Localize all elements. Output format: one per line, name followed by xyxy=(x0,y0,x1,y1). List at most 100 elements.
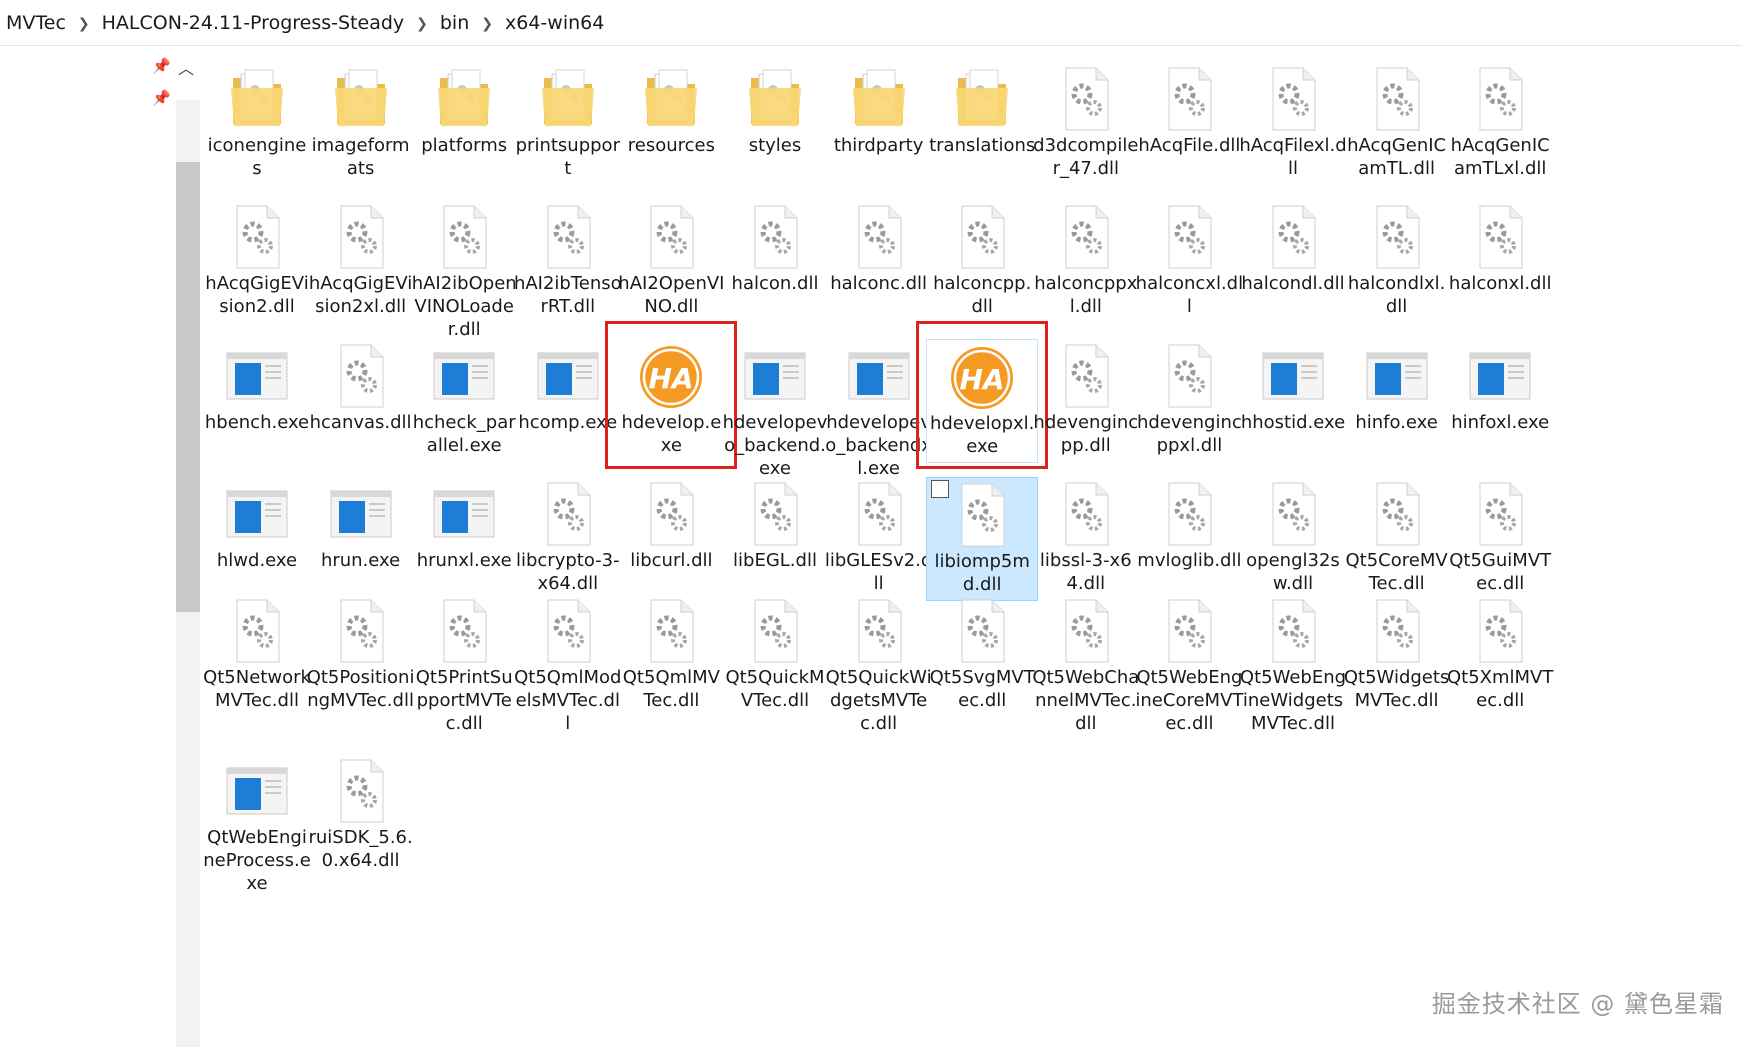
file-item[interactable]: ruiSDK_5.6.0.x64.dll xyxy=(305,754,417,876)
chevron-right-icon[interactable]: ❯ xyxy=(416,16,428,32)
file-item[interactable]: hdevelopevo_backend.exe xyxy=(719,339,831,484)
file-item[interactable]: Qt5XmlMVTec.dll xyxy=(1444,594,1556,716)
file-item[interactable]: Qt5CoreMVTec.dll xyxy=(1341,477,1453,599)
file-name-label: hAI2ibOpenVINOLoader.dll xyxy=(411,273,517,340)
dll-file-icon xyxy=(847,204,911,270)
file-item[interactable]: libssl-3-x64.dll xyxy=(1030,477,1142,599)
file-name-label: halconcpp.dll xyxy=(933,273,1032,317)
file-item[interactable]: libiomp5md.dll xyxy=(926,477,1039,601)
file-name-label: Qt5QuickWidgetsMVTec.dll xyxy=(825,667,932,734)
file-item[interactable]: Qt5QuickWidgetsMVTec.dll xyxy=(823,594,935,739)
breadcrumb-item[interactable]: x64-win64 xyxy=(503,12,606,34)
file-item[interactable]: hcheck_parallel.exe xyxy=(408,339,520,461)
file-item[interactable]: HA hdevelopxl.exe xyxy=(926,339,1039,463)
folder-item[interactable]: styles xyxy=(719,62,831,161)
folder-item[interactable]: thirdparty xyxy=(823,62,935,161)
file-name-label: libEGL.dll xyxy=(733,550,817,571)
file-item[interactable]: Qt5SvgMVTec.dll xyxy=(926,594,1038,716)
file-item[interactable]: hhostid.exe xyxy=(1237,339,1349,438)
dll-file-icon xyxy=(1157,481,1221,547)
folder-item[interactable]: platforms xyxy=(408,62,520,161)
breadcrumb-item[interactable]: bin xyxy=(438,12,471,34)
file-item[interactable]: hinfo.exe xyxy=(1341,339,1453,438)
file-name-label: Qt5WebEngineCoreMVTec.dll xyxy=(1135,667,1244,734)
dll-file-icon xyxy=(1365,66,1429,132)
file-name-label: hdevengincppxl.dll xyxy=(1137,412,1242,456)
file-item[interactable]: halcon.dll xyxy=(719,200,831,299)
file-item[interactable]: hcanvas.dll xyxy=(305,339,417,438)
file-item[interactable]: hinfoxl.exe xyxy=(1444,339,1556,438)
file-item[interactable]: libGLESv2.dll xyxy=(823,477,935,599)
breadcrumb-item[interactable]: MVTec xyxy=(4,12,68,34)
file-item[interactable]: halconcxl.dll xyxy=(1133,200,1245,322)
file-item[interactable]: halconxl.dll xyxy=(1444,200,1556,299)
folder-item[interactable]: resources xyxy=(615,62,727,161)
file-item[interactable]: hAI2ibOpenVINOLoader.dll xyxy=(408,200,520,345)
file-item[interactable]: halconcpp.dll xyxy=(926,200,1038,322)
navigation-pane: 📌 📌 xyxy=(0,47,178,1047)
navigation-scrollbar-thumb[interactable] xyxy=(176,162,200,612)
file-item[interactable]: hAcqFile.dll xyxy=(1133,62,1245,161)
file-item[interactable]: hAcqGigEVision2.dll xyxy=(201,200,313,322)
folder-item[interactable]: translations xyxy=(926,62,1038,161)
file-item[interactable]: Qt5WebChannelMVTec.dll xyxy=(1030,594,1142,739)
file-item[interactable]: QtWebEngineProcess.exe xyxy=(201,754,313,899)
file-name-label: printsupport xyxy=(515,135,620,179)
pin-icon[interactable]: 📌 xyxy=(152,57,171,75)
file-item[interactable]: Qt5WebEngineWidgetsMVTec.dll xyxy=(1237,594,1349,739)
dll-file-icon xyxy=(1468,598,1532,664)
file-item[interactable]: Qt5WidgetsMVTec.dll xyxy=(1341,594,1453,716)
file-item[interactable]: hrunxl.exe xyxy=(408,477,520,576)
file-item[interactable]: hrun.exe xyxy=(305,477,417,576)
file-item[interactable]: hbench.exe xyxy=(201,339,313,438)
file-item[interactable]: Qt5NetworkMVTec.dll xyxy=(201,594,313,716)
file-item[interactable]: hAcqGenICamTL.dll xyxy=(1341,62,1453,184)
file-item[interactable]: hcomp.exe xyxy=(512,339,624,438)
file-item[interactable]: Qt5GuiMVTec.dll xyxy=(1444,477,1556,599)
file-name-label: hbench.exe xyxy=(204,412,310,433)
file-item[interactable]: halcondl.dll xyxy=(1237,200,1349,299)
file-item[interactable]: hAcqGenICamTLxl.dll xyxy=(1444,62,1556,184)
file-item[interactable]: Qt5PrintSupportMVTec.dll xyxy=(408,594,520,739)
file-item[interactable]: hdevengincppxl.dll xyxy=(1133,339,1245,461)
file-item[interactable]: HA hdevelop.exe xyxy=(615,339,727,461)
file-item[interactable]: Qt5QmlModelsMVTec.dll xyxy=(512,594,624,739)
dll-file-icon xyxy=(1054,598,1118,664)
collapse-chevron-up-icon[interactable]: ︿ xyxy=(178,55,194,79)
breadcrumb-item[interactable]: HALCON-24.11-Progress-Steady xyxy=(100,12,407,34)
address-bar[interactable]: MVTec ❯ HALCON-24.11-Progress-Steady ❯ bin ❯ x… xyxy=(0,0,1742,46)
file-item[interactable]: Qt5QuickMVTec.dll xyxy=(719,594,831,716)
dll-file-icon xyxy=(847,481,911,547)
select-checkbox[interactable] xyxy=(931,480,950,498)
chevron-right-icon[interactable]: ❯ xyxy=(481,16,493,32)
file-item[interactable]: hAcqGigEVision2xl.dll xyxy=(305,200,417,322)
folder-item[interactable]: printsupport xyxy=(512,62,624,184)
file-item[interactable]: halconcppxl.dll xyxy=(1030,200,1142,322)
file-item[interactable]: libEGL.dll xyxy=(719,477,831,576)
pin-icon[interactable]: 📌 xyxy=(152,89,171,107)
file-item[interactable]: d3dcompiler_47.dll xyxy=(1030,62,1142,184)
file-item[interactable]: hAI2OpenVINO.dll xyxy=(615,200,727,322)
file-item[interactable]: halcondlxl.dll xyxy=(1341,200,1453,322)
file-item[interactable]: Qt5PositioningMVTec.dll xyxy=(305,594,417,716)
file-item[interactable]: mvloglib.dll xyxy=(1133,477,1245,576)
file-item[interactable]: libcrypto-3-x64.dll xyxy=(512,477,624,599)
file-name-label: halconxl.dll xyxy=(1448,273,1552,294)
chevron-right-icon[interactable]: ❯ xyxy=(78,16,90,32)
folder-icon xyxy=(950,66,1014,132)
file-item[interactable]: hdevengincpp.dll xyxy=(1030,339,1142,461)
file-item[interactable]: Qt5QmlMVTec.dll xyxy=(615,594,727,716)
file-item[interactable]: hdevelopevo_backendxl.exe xyxy=(823,339,935,484)
file-item[interactable]: opengl32sw.dll xyxy=(1237,477,1349,599)
file-item[interactable]: hlwd.exe xyxy=(201,477,313,576)
dll-file-icon xyxy=(1365,481,1429,547)
dll-file-icon xyxy=(1054,204,1118,270)
file-item[interactable]: libcurl.dll xyxy=(615,477,727,576)
file-item[interactable]: hAI2ibTensorRT.dll xyxy=(512,200,624,322)
file-item[interactable]: Qt5WebEngineCoreMVTec.dll xyxy=(1133,594,1245,739)
file-item[interactable]: halconc.dll xyxy=(823,200,935,299)
folder-item[interactable]: imageformats xyxy=(305,62,417,184)
file-name-label: hdevelopevo_backendxl.exe xyxy=(825,412,932,479)
file-item[interactable]: hAcqFilexl.dll xyxy=(1237,62,1349,184)
folder-item[interactable]: iconengines xyxy=(201,62,313,184)
